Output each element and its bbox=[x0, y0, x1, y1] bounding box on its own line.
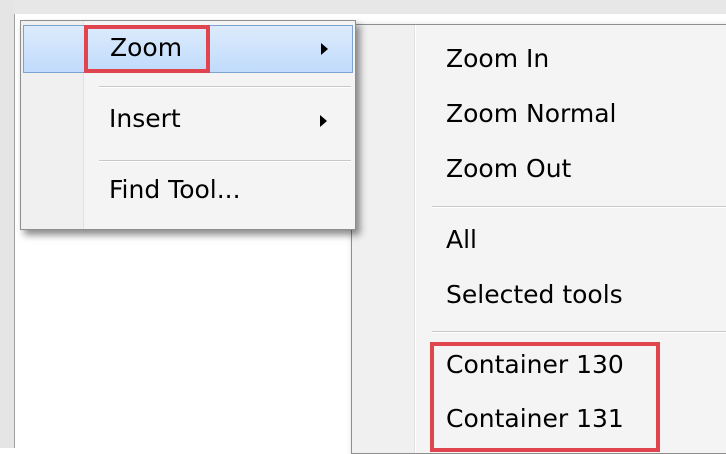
submenu-item-selected-tools[interactable]: Selected tools bbox=[446, 279, 623, 311]
menu-item-label: Insert bbox=[109, 104, 181, 133]
menu-item-find-tool[interactable]: Find Tool... bbox=[23, 168, 353, 216]
submenu-separator bbox=[432, 206, 726, 208]
window-frame-edge bbox=[14, 14, 15, 448]
submenu-gutter-divider bbox=[415, 25, 416, 453]
submenu-arrow-icon bbox=[320, 115, 327, 127]
container-items-highlight bbox=[430, 342, 660, 452]
context-menu: Zoom Insert Find Tool... bbox=[20, 20, 356, 230]
menu-item-zoom[interactable]: Zoom bbox=[23, 25, 353, 73]
submenu-icon-gutter bbox=[352, 25, 415, 453]
submenu-item-zoom-out[interactable]: Zoom Out bbox=[446, 153, 571, 185]
submenu-arrow-icon bbox=[321, 43, 328, 55]
window-frame-left bbox=[0, 0, 14, 448]
menu-separator bbox=[99, 160, 351, 162]
submenu-item-zoom-in[interactable]: Zoom In bbox=[446, 43, 549, 75]
menu-separator bbox=[99, 86, 351, 88]
menu-item-insert[interactable]: Insert bbox=[23, 97, 353, 145]
menu-item-label: Find Tool... bbox=[109, 175, 241, 204]
zoom-item-highlight bbox=[84, 25, 210, 73]
submenu-item-all[interactable]: All bbox=[446, 224, 477, 256]
zoom-submenu: Zoom In Zoom Normal Zoom Out All Selecte… bbox=[351, 24, 726, 454]
submenu-item-zoom-normal[interactable]: Zoom Normal bbox=[446, 98, 616, 130]
submenu-separator bbox=[432, 331, 726, 333]
